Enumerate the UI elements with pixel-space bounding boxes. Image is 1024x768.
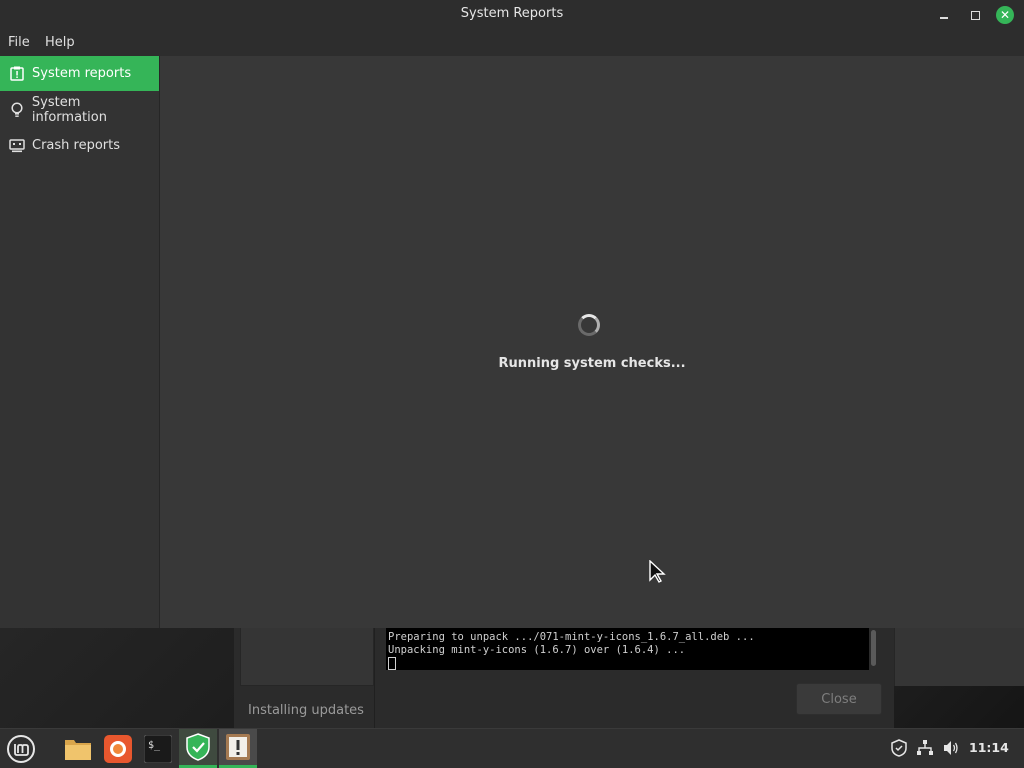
loading-spinner-icon: [578, 314, 600, 336]
maximize-button[interactable]: [964, 4, 986, 26]
update-close-button[interactable]: Close: [796, 683, 882, 715]
close-icon: ✕: [996, 6, 1014, 24]
terminal-icon: $_: [144, 734, 172, 763]
taskbar-update-manager[interactable]: [179, 729, 217, 768]
update-side-panel: [894, 628, 1024, 686]
sidebar-item-system-reports[interactable]: System reports: [0, 56, 159, 91]
update-manager-divider: [374, 628, 375, 728]
taskbar-terminal[interactable]: $_: [139, 729, 177, 768]
crash-monitor-icon: [9, 138, 25, 154]
network-icon[interactable]: [915, 738, 935, 758]
taskbar-firefox[interactable]: [99, 729, 137, 768]
menu-bar: File Help: [0, 30, 1024, 56]
update-manager-panel: [240, 628, 374, 686]
terminal-scrollbar[interactable]: [871, 630, 876, 666]
menu-help[interactable]: Help: [45, 35, 75, 50]
system-reports-icon: [226, 734, 250, 760]
system-reports-window: System Reports ✕ File Help System report…: [0, 0, 1024, 628]
sidebar-item-label: System reports: [32, 66, 132, 81]
report-icon: [9, 66, 25, 82]
sidebar: System reports System information Crash …: [0, 56, 160, 628]
mouse-cursor-icon: [649, 560, 666, 583]
minimize-button[interactable]: [933, 4, 955, 26]
update-terminal-output: Preparing to unpack .../071-mint-y-icons…: [386, 628, 869, 670]
title-bar[interactable]: System Reports ✕: [0, 0, 1024, 30]
mint-menu-button[interactable]: [2, 729, 40, 768]
sidebar-item-crash-reports[interactable]: Crash reports: [0, 128, 159, 163]
terminal-line: Preparing to unpack .../071-mint-y-icons…: [388, 631, 755, 643]
firefox-icon: [104, 734, 132, 763]
taskbar-system-reports[interactable]: [219, 729, 257, 768]
sidebar-item-label: Crash reports: [32, 138, 121, 153]
main-content: [160, 56, 1024, 628]
taskbar: $_: [0, 728, 1024, 768]
window-title: System Reports: [460, 6, 564, 21]
shield-icon[interactable]: [889, 738, 909, 758]
terminal-line: Unpacking mint-y-icons (1.6.7) over (1.6…: [388, 644, 686, 656]
update-manager-icon: [186, 733, 210, 761]
sidebar-item-label: System information: [31, 94, 107, 125]
menu-file[interactable]: File: [8, 35, 30, 50]
update-status-text: Installing updates: [248, 703, 364, 718]
files-icon: [65, 739, 91, 760]
taskbar-files[interactable]: [59, 729, 97, 768]
status-message: Running system checks...: [498, 356, 686, 371]
lightbulb-icon: [9, 101, 25, 118]
mint-menu-icon: [7, 734, 35, 763]
sidebar-item-system-information[interactable]: System information: [0, 92, 159, 127]
svg-text:$_: $_: [148, 740, 161, 751]
volume-icon[interactable]: [941, 738, 961, 758]
close-window-button[interactable]: ✕: [994, 4, 1016, 26]
taskbar-clock[interactable]: 11:14: [969, 740, 1009, 755]
terminal-cursor: [388, 657, 396, 670]
